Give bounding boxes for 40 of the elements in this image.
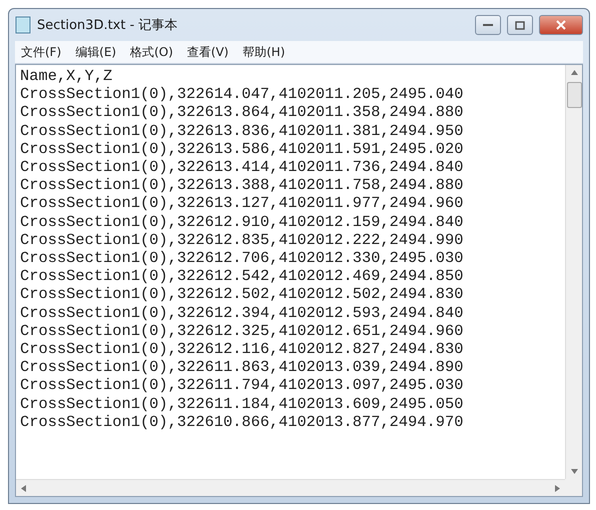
- menu-item[interactable]: 格式(O): [130, 44, 174, 60]
- text-line: CrossSection1(0),322614.047,4102011.205,2495.040: [20, 85, 464, 104]
- text-line: CrossSection1(0),322612.325,4102012.651,2494.960: [20, 322, 464, 340]
- text-line: CrossSection1(0),322613.864,4102011.358,2494.880: [20, 103, 464, 122]
- text-line: CrossSection1(0),322613.127,4102011.977,2494.960: [20, 194, 464, 213]
- minimize-button[interactable]: [475, 15, 501, 35]
- text-line: CrossSection1(0),322612.502,4102012.502,2494.830: [20, 285, 464, 304]
- menu-item[interactable]: 帮助(H): [242, 44, 285, 60]
- text-line: CrossSection1(0),322612.835,4102012.222,2494.990: [20, 230, 464, 250]
- text-line: CrossSection1(0),322613.836,4102011.381,2494.950: [20, 122, 464, 140]
- maximize-button[interactable]: [507, 15, 533, 35]
- horizontal-scrollbar[interactable]: [16, 479, 565, 496]
- minimize-icon: [483, 23, 493, 27]
- text-line: CrossSection1(0),322611.794,4102013.097,2495.030: [20, 376, 464, 395]
- close-icon: [556, 20, 566, 30]
- menu-item[interactable]: 编辑(E): [75, 44, 116, 60]
- scroll-right-icon[interactable]: [554, 484, 561, 492]
- scroll-down-icon[interactable]: [570, 468, 578, 475]
- scrollbar-thumb[interactable]: [566, 82, 582, 108]
- scroll-left-icon[interactable]: [20, 484, 27, 492]
- text-line: CrossSection1(0),322613.414,4102011.736,2494.840: [20, 158, 464, 176]
- text-line: CrossSection1(0),322612.542,4102012.469,2494.850: [20, 267, 464, 286]
- maximize-icon: [515, 20, 525, 30]
- text-line: CrossSection1(0),322611.863,4102013.039,2494.890: [20, 358, 464, 376]
- text-line: CrossSection1(0),322612.116,4102012.827,2494.830: [20, 340, 464, 358]
- text-line: CrossSection1(0),322613.586,4102011.591,2495.020: [20, 140, 464, 158]
- menu-item[interactable]: 查看(V): [187, 44, 229, 60]
- notepad-icon: [15, 16, 31, 34]
- menu-item[interactable]: 文件(F): [21, 44, 62, 60]
- vertical-scrollbar[interactable]: [565, 65, 582, 479]
- text-line: CrossSection1(0),322613.388,4102011.758,2494.880: [20, 176, 464, 194]
- close-button[interactable]: [539, 15, 583, 35]
- text-line: CrossSection1(0),322610.866,4102013.877,2494.970: [20, 412, 464, 432]
- window-title: Section3D.txt - 记事本: [37, 17, 179, 34]
- text-line: CrossSection1(0),322612.706,4102012.330,2495.030: [20, 249, 464, 268]
- text-line: CrossSection1(0),322612.910,4102012.159,2494.840: [20, 212, 464, 231]
- scroll-up-icon[interactable]: [570, 69, 578, 76]
- text-line: CrossSection1(0),322612.394,4102012.593,2494.840: [20, 304, 464, 322]
- text-line: Name,X,Y,Z: [20, 67, 114, 86]
- text-line: CrossSection1(0),322611.184,4102013.609,2495.050: [20, 394, 464, 413]
